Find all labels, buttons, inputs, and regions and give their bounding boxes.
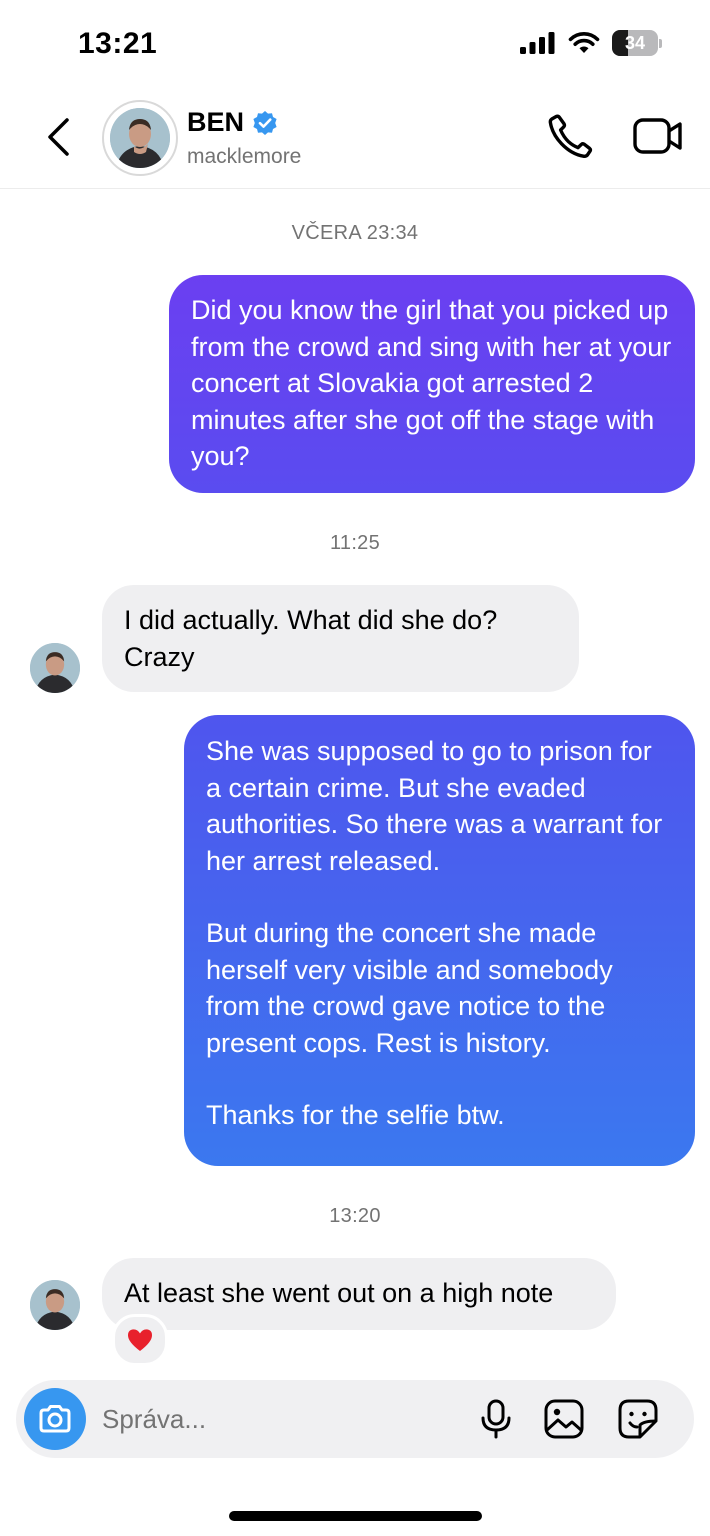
- outgoing-message[interactable]: She was supposed to go to prison for a c…: [184, 715, 695, 1166]
- message-paragraph: But during the concert she made herself …: [206, 918, 613, 1058]
- incoming-message[interactable]: At least she went out on a high note: [102, 1258, 616, 1330]
- message-text: I did actually. What did she do? Crazy: [124, 605, 498, 672]
- profile-avatar-button[interactable]: [102, 100, 178, 176]
- chevron-left-icon: [48, 118, 69, 156]
- audio-call-button[interactable]: [545, 112, 593, 160]
- cellular-signal-icon: [520, 32, 555, 54]
- contact-name[interactable]: BEN: [187, 107, 278, 138]
- timestamp: 13:20: [329, 1205, 381, 1227]
- message-input[interactable]: [102, 1394, 462, 1444]
- back-button[interactable]: [38, 115, 78, 159]
- message-text: At least she went out on a high note: [124, 1278, 554, 1308]
- heart-icon: [128, 1329, 152, 1351]
- home-indicator[interactable]: [229, 1511, 482, 1521]
- sender-avatar[interactable]: [30, 1280, 80, 1330]
- chat-header: BEN macklemore: [0, 90, 710, 189]
- gallery-button[interactable]: [544, 1399, 584, 1439]
- camera-button[interactable]: [24, 1388, 86, 1450]
- video-camera-icon: [633, 118, 682, 154]
- avatar: [110, 108, 170, 168]
- timestamp: VČERA 23:34: [291, 222, 419, 244]
- wifi-icon: [568, 32, 600, 53]
- status-time: 13:21: [78, 27, 158, 60]
- message-composer: [16, 1380, 694, 1458]
- message-paragraph: Thanks for the selfie btw.: [206, 1100, 505, 1130]
- incoming-message[interactable]: I did actually. What did she do? Crazy: [102, 585, 579, 692]
- camera-icon: [39, 1405, 71, 1433]
- sticker-button[interactable]: [618, 1399, 658, 1439]
- verified-badge-icon: [253, 110, 277, 135]
- battery-level: 34: [624, 32, 646, 53]
- battery-icon: 34: [612, 30, 662, 56]
- sticker-icon: [618, 1399, 658, 1439]
- contact-name-text: BEN: [187, 107, 245, 137]
- timestamp: 11:25: [329, 532, 381, 554]
- status-icons: 34: [520, 30, 662, 56]
- microphone-button[interactable]: [476, 1399, 516, 1439]
- phone-icon: [548, 114, 593, 158]
- status-bar: 13:21 34: [0, 0, 710, 90]
- message-paragraph: She was supposed to go to prison for a c…: [206, 736, 663, 876]
- sender-avatar[interactable]: [30, 643, 80, 693]
- message-text: Did you know the girl that you picked up…: [191, 295, 672, 471]
- microphone-icon: [481, 1399, 511, 1439]
- outgoing-message[interactable]: Did you know the girl that you picked up…: [169, 275, 695, 493]
- image-icon: [544, 1399, 584, 1439]
- video-call-button[interactable]: [632, 112, 684, 160]
- heart-reaction[interactable]: ❤️: [112, 1314, 168, 1366]
- contact-username: macklemore: [187, 145, 302, 168]
